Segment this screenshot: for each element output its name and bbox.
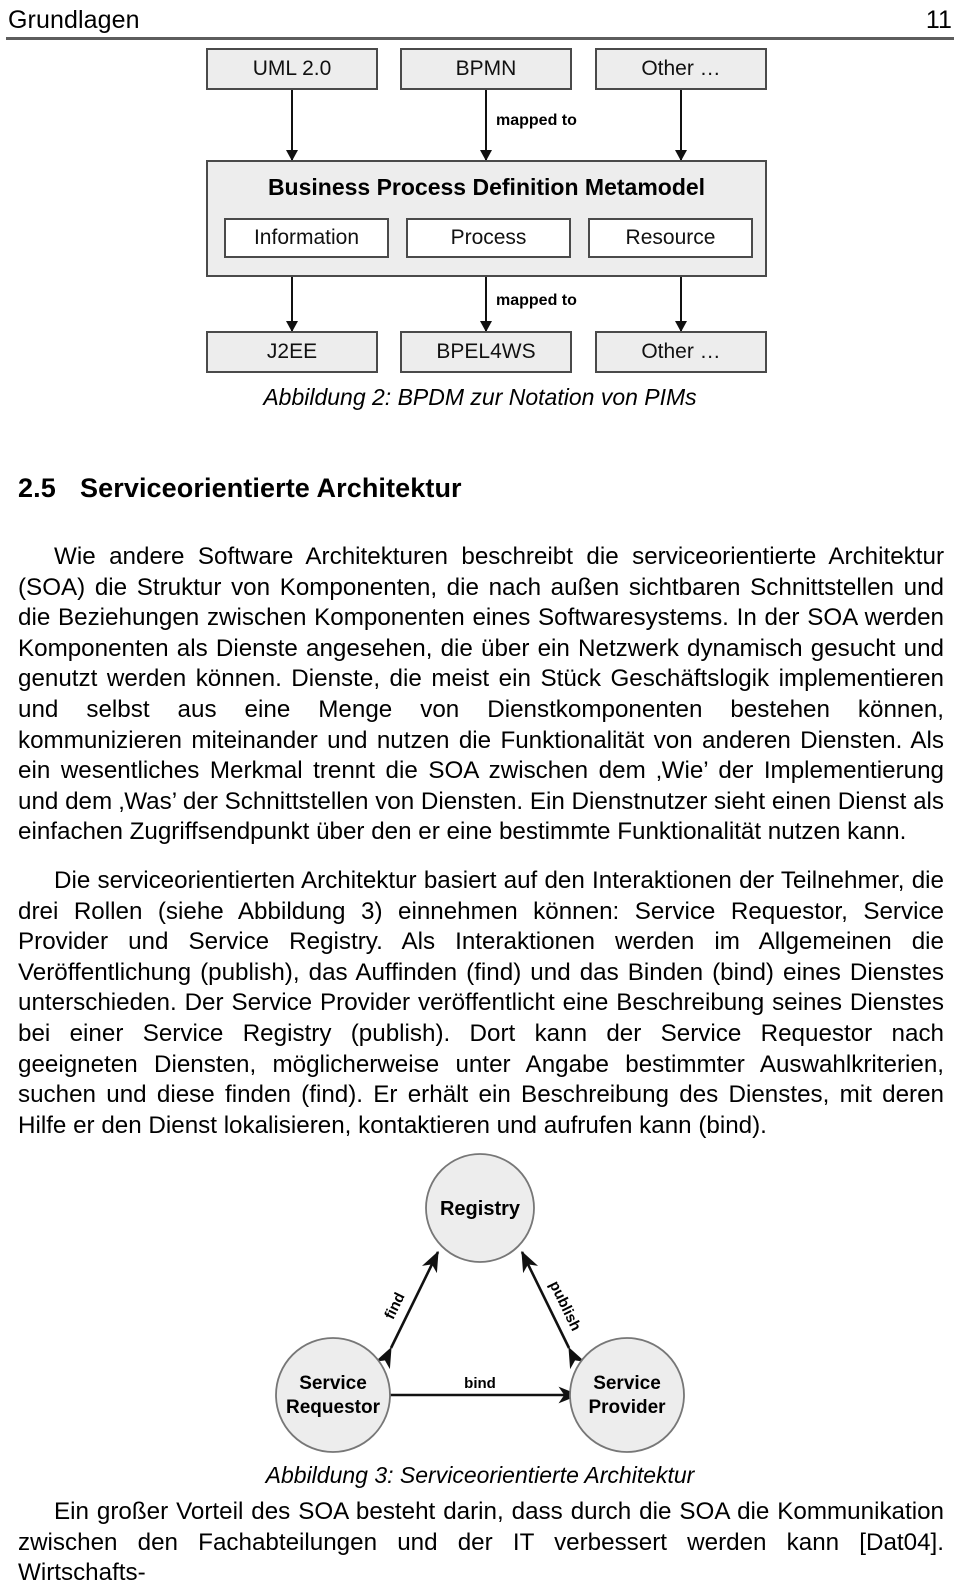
box-business-process-definition-metamodel: Business Process Definition Metamodel In… (206, 160, 767, 277)
arrow-other-to-metamodel (680, 90, 682, 160)
section-number: 2.5 (18, 473, 56, 503)
label-mapped-to-bottom: mapped to (496, 292, 577, 309)
edge-bind-label: bind (464, 1375, 496, 1392)
edge-find-label: find (381, 1290, 408, 1322)
box-j2ee: J2EE (206, 331, 378, 373)
arrow-metamodel-to-bpel4ws (485, 277, 487, 331)
box-resource: Resource (588, 218, 753, 258)
page-running-header: Grundlagen 11 (8, 6, 952, 35)
body-paragraph-1-container: Wie andere Software Architekturen beschr… (18, 542, 944, 848)
node-service-requestor-label-line1: Service (299, 1373, 367, 1394)
node-service-requestor-label-line2: Requestor (286, 1397, 381, 1418)
box-uml-2-0: UML 2.0 (206, 48, 378, 90)
page-number: 11 (925, 6, 952, 34)
header-divider (6, 37, 954, 40)
box-information: Information (224, 218, 389, 258)
figure-3-svg: Registry Service Requestor Service Provi… (275, 1153, 685, 1453)
edge-publish-label: publish (546, 1278, 585, 1333)
node-service-requestor-circle (275, 1337, 391, 1453)
body-paragraph-2-container: Die serviceorientierten Architektur basi… (18, 866, 944, 1141)
box-other-top: Other … (595, 48, 767, 90)
running-header-title: Grundlagen (8, 6, 140, 34)
box-bpel4ws: BPEL4WS (400, 331, 572, 373)
arrow-uml-to-metamodel (291, 90, 293, 160)
arrow-metamodel-to-other (680, 277, 682, 331)
body-paragraph-3: Ein großer Vorteil des SOA besteht darin… (18, 1498, 944, 1587)
arrow-metamodel-to-j2ee (291, 277, 293, 331)
body-paragraph-3-container: Ein großer Vorteil des SOA besteht darin… (18, 1497, 944, 1589)
metamodel-title: Business Process Definition Metamodel (267, 174, 706, 200)
box-process: Process (406, 218, 571, 258)
section-title: Serviceorientierte Architektur (80, 473, 462, 503)
figure-2-bpdm-diagram: UML 2.0 BPMN Other … mapped to Business … (200, 44, 767, 374)
node-registry-label: Registry (440, 1198, 521, 1220)
figure-3-caption: Abbildung 3: Serviceorientierte Architek… (265, 1462, 695, 1488)
arrow-bpmn-to-metamodel (485, 90, 487, 160)
section-heading: 2.5 Serviceorientierte Architektur (18, 473, 462, 504)
figure-2-canvas: UML 2.0 BPMN Other … mapped to Business … (200, 44, 767, 374)
body-paragraph-1: Wie andere Software Architekturen beschr… (18, 543, 944, 846)
node-service-provider-label-line1: Service (593, 1373, 661, 1394)
figure-2-caption: Abbildung 2: BPDM zur Notation von PIMs (263, 384, 697, 410)
box-bpmn: BPMN (400, 48, 572, 90)
node-service-provider-label-line2: Provider (588, 1397, 666, 1418)
metamodel-parts-row: Information Process Resource (208, 218, 765, 262)
box-other-bottom: Other … (595, 331, 767, 373)
node-service-provider-circle (569, 1337, 685, 1453)
body-paragraph-2: Die serviceorientierten Architektur basi… (18, 867, 944, 1139)
label-mapped-to-top: mapped to (496, 112, 577, 129)
figure-3-soa-triangle: Registry Service Requestor Service Provi… (270, 1150, 690, 1460)
